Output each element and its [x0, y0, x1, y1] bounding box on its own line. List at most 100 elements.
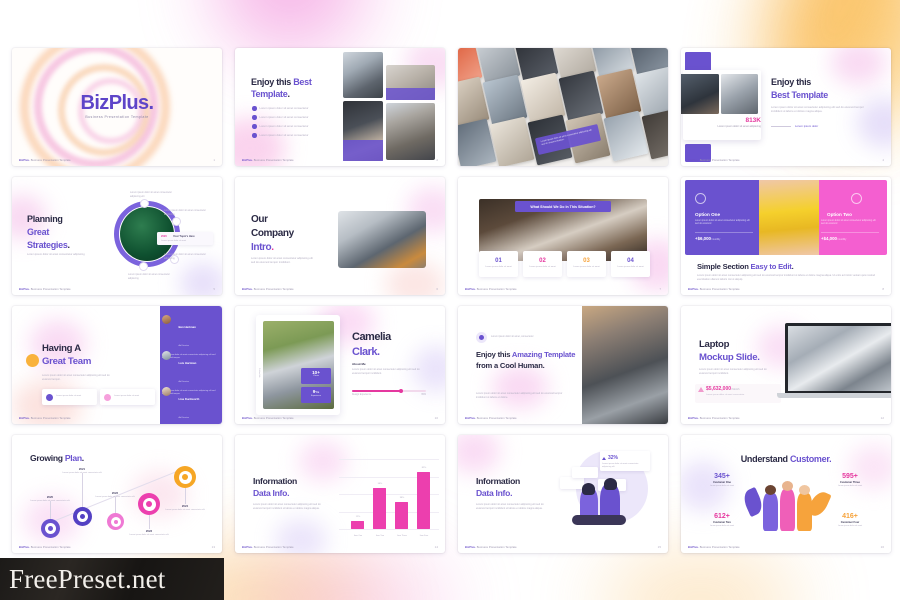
slide-body: Lorem ipsum dolor sit amet consectetur a… — [697, 274, 876, 281]
slide-thumbnail-enjoy-best-template[interactable]: Enjoy this Best Template. Lorem ipsum do… — [235, 48, 445, 166]
illustration-head — [582, 483, 595, 495]
slide-page-number: 4 — [882, 158, 884, 162]
slide-thumbnail-camelia-clark-profile[interactable]: Follow Me 10+ Clients 9Yrs Experience Ca… — [235, 306, 445, 424]
milestone-node[interactable] — [41, 519, 60, 538]
slide-thumbnail-what-should-we-do[interactable]: What Should We Do In This Situation? 01 L… — [458, 177, 668, 295]
slide-title: Information Data Info. — [253, 476, 297, 499]
badge-experience: 9Yrs Experience — [301, 387, 331, 403]
option-one-value: +$6,000/ monthly — [695, 236, 721, 241]
option-one-title: Option One — [695, 212, 721, 217]
tooltip-sub: Lorem ipsum dolor sit amet — [161, 240, 187, 242]
slide-title: Enjoy this Amazing Template from a Cool … — [476, 350, 576, 370]
bullet-text: Lorem ipsum dolor sit amet consectetur — [259, 124, 309, 129]
slide-link[interactable]: Lorem ipsum dolor — [795, 124, 818, 128]
slide-thumbnail-photo-collage[interactable]: Lorem ipsum dolor sit amet consectetur a… — [458, 48, 668, 166]
chart-bar — [351, 520, 364, 529]
slide-footer: BizPlus. Business Presentation Template — [242, 159, 294, 162]
mini-card-text: Lorem ipsum dolor sit amet — [56, 395, 82, 398]
slide-thumbnail-laptop-mockup[interactable]: Laptop Mockup Slide. Lorem ipsum dolor s… — [681, 306, 891, 424]
slide-thumbnail-our-company-intro[interactable]: Our Company Intro. Lorem ipsum dolor sit… — [235, 177, 445, 295]
card-text: Lorem ipsum dolor sit amet — [573, 266, 600, 269]
callout-text: Lorem ipsum dolor sit amet consectetur a… — [130, 191, 172, 198]
slide-thumbnail-bizplus-cover[interactable]: BizPlus. Business Presentation Template … — [12, 48, 222, 166]
milestone-node[interactable] — [174, 466, 196, 488]
divider — [821, 232, 879, 233]
chart-category-label: Item Four — [419, 535, 429, 537]
numbered-card[interactable]: 01 Lorem ipsum dolor sit amet — [479, 251, 518, 277]
slide-thumbnail-enjoy-best-template-stat[interactable]: 813K Lorem ipsum dolor sit amet adipisci… — [681, 48, 891, 166]
timeline-connector — [82, 473, 83, 507]
slide-thumbnail-understand-customer[interactable]: Understand Customer. 345+ Customer One L… — [681, 435, 891, 553]
numbered-card[interactable]: 03 Lorem ipsum dolor sit amet — [567, 251, 606, 277]
slide-page-number: 5 — [213, 287, 215, 291]
member-name: Luis Hartman — [178, 361, 197, 365]
slide-page-number: 6 — [436, 287, 438, 291]
watermark-banner: FreePreset.net — [0, 558, 224, 600]
numbered-card[interactable]: 02 Lorem ipsum dolor sit amet — [523, 251, 562, 277]
slide-thumbnail-simple-section-options[interactable]: Option One Lorem ipsum dolor sit amet co… — [681, 177, 891, 295]
skill-progress-bar — [352, 388, 426, 393]
person-figure — [763, 493, 778, 531]
decor-blob — [180, 263, 222, 295]
milestone-text: Lorem ipsum dolor sit amet consectetur e… — [165, 509, 205, 511]
milestone-node[interactable] — [73, 507, 92, 526]
milestone-year: 2024 — [181, 504, 189, 508]
triangle-up-icon — [602, 457, 606, 460]
card-text: Lorem ipsum dolor sit amet — [529, 266, 556, 269]
stat-value: 595+ — [842, 473, 858, 480]
mini-card[interactable]: Lorem ipsum dolor sit amet — [100, 389, 155, 405]
background-blob-pink-top — [215, 0, 365, 55]
tooltip-title: Your Topic's Here — [173, 235, 195, 238]
timeline-connector — [149, 515, 150, 529]
list-item: Lorem ipsum dolor sit amet consectetur — [252, 106, 308, 111]
stat-label: Lorem ipsum dolor sit amet consectetur — [706, 394, 745, 396]
slide-footer: BizPlus. Business Presentation Template — [465, 288, 517, 291]
option-one-icon — [695, 193, 706, 204]
stat-label: Customer Four — [840, 521, 860, 524]
bullet-list: Lorem ipsum dolor sit amet consectetur L… — [252, 106, 308, 142]
slide-thumbnail-enjoy-amazing-template[interactable]: Lorem ipsum dolor sit amet, consectetur … — [458, 306, 668, 424]
process-node[interactable] — [140, 199, 149, 208]
process-node[interactable] — [139, 262, 148, 271]
milestone-text: Lorem ipsum dolor sit amet consectetur e… — [30, 500, 70, 502]
slide-body: Lorem ipsum dolor sit amet consectetur a… — [352, 368, 420, 375]
card-text: Lorem ipsum dolor sit amet — [617, 266, 644, 269]
slide-title: Laptop Mockup Slide. — [699, 339, 760, 364]
card-number: 01 — [495, 258, 502, 265]
person-figure — [797, 493, 812, 531]
numbered-card[interactable]: 04 Lorem ipsum dolor sit amet — [611, 251, 650, 277]
decor-circle — [26, 354, 39, 367]
team-member[interactable]: Lisa Duckworth Art Director Lorem ipsum … — [162, 387, 216, 424]
slide-title: Planning Great Strategies. — [27, 214, 70, 251]
chart-bar-value: 82% — [421, 466, 427, 469]
laptop-base — [777, 393, 891, 398]
mini-card-text: Lorem ipsum dolor sit amet — [114, 395, 140, 398]
divider — [695, 232, 753, 233]
milestone-node[interactable] — [138, 493, 160, 515]
stat-sub: Lorem ipsum dolor sit amet — [837, 485, 863, 487]
decor-blob — [831, 48, 886, 85]
photo — [721, 74, 758, 114]
skill-progress-knob[interactable] — [399, 388, 404, 393]
slide-footer: BizPlus. Business Presentation Template — [465, 417, 517, 420]
person-head — [782, 481, 793, 491]
milestone-node[interactable] — [107, 513, 124, 530]
chat-bubble — [560, 477, 584, 489]
slide-thumbnail-growing-plan[interactable]: Growing Plan. 2020 Lorem ipsum dolor sit… — [12, 435, 222, 553]
member-name: Lisa Duckworth — [178, 397, 200, 401]
chat-bubble — [572, 467, 598, 478]
slide-page-number: 7 — [659, 287, 661, 291]
option-two-title: Option Two — [827, 212, 852, 217]
process-node[interactable] — [172, 217, 181, 226]
card-number: 03 — [583, 258, 590, 265]
person-figure — [780, 489, 795, 531]
person-head — [799, 485, 810, 495]
slide-thumbnail-information-data-chart[interactable]: Information Data Info. Lorem ipsum dolor… — [235, 435, 445, 553]
slide-thumbnail-information-data-illustration[interactable]: Information Data Info. Lorem ipsum dolor… — [458, 435, 668, 553]
slide-title: Growing Plan. — [30, 453, 84, 463]
slide-thumbnail-planning-great-strategies[interactable]: Planning Great Strategies. Lorem ipsum d… — [12, 177, 222, 295]
slide-thumbnail-having-a-great-team[interactable]: Having A Great Team Lorem ipsum dolor si… — [12, 306, 222, 424]
illustration-head — [604, 478, 617, 490]
chart-bar-value: 58% — [377, 483, 383, 486]
mini-card[interactable]: Lorem ipsum dolor sit amet — [42, 389, 97, 405]
